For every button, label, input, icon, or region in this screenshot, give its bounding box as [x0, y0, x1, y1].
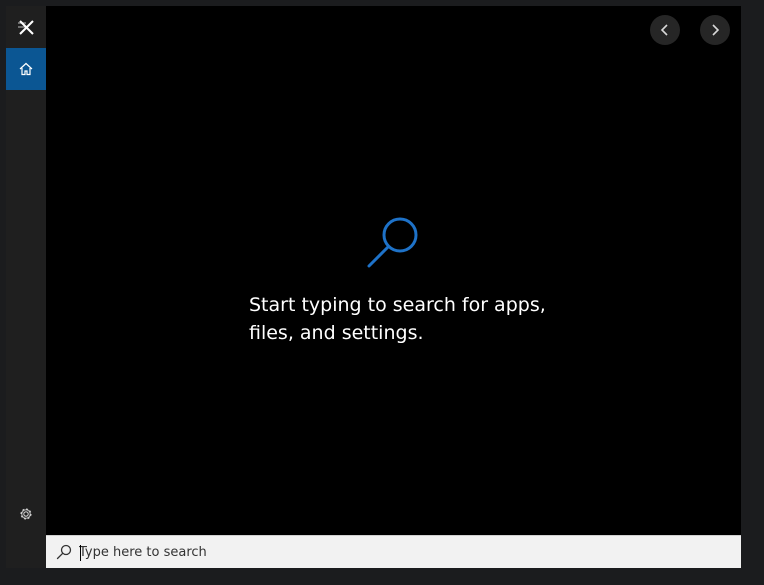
results-pane: Start typing to search for apps, files, …	[46, 6, 741, 535]
gear-icon	[20, 508, 32, 520]
back-button[interactable]	[650, 15, 680, 45]
forward-button[interactable]	[700, 15, 730, 45]
settings-button[interactable]	[6, 494, 46, 534]
search-window: Start typing to search for apps, files, …	[0, 0, 764, 585]
empty-state-line-2: files, and settings.	[249, 322, 424, 344]
empty-state-message: Start typing to search for apps, files, …	[249, 291, 569, 347]
home-button[interactable]	[6, 48, 46, 90]
search-input[interactable]	[79, 540, 719, 564]
close-menu-button[interactable]	[6, 9, 46, 47]
chevron-left-icon	[660, 24, 668, 36]
home-icon	[19, 62, 33, 76]
search-icon	[367, 217, 418, 268]
chevron-right-icon	[712, 24, 720, 36]
close-icon	[18, 20, 34, 35]
search-bar	[46, 535, 741, 568]
search-icon	[56, 544, 72, 560]
text-caret	[80, 545, 81, 561]
left-rail	[6, 6, 46, 568]
empty-state-line-1: Start typing to search for apps,	[249, 294, 546, 316]
